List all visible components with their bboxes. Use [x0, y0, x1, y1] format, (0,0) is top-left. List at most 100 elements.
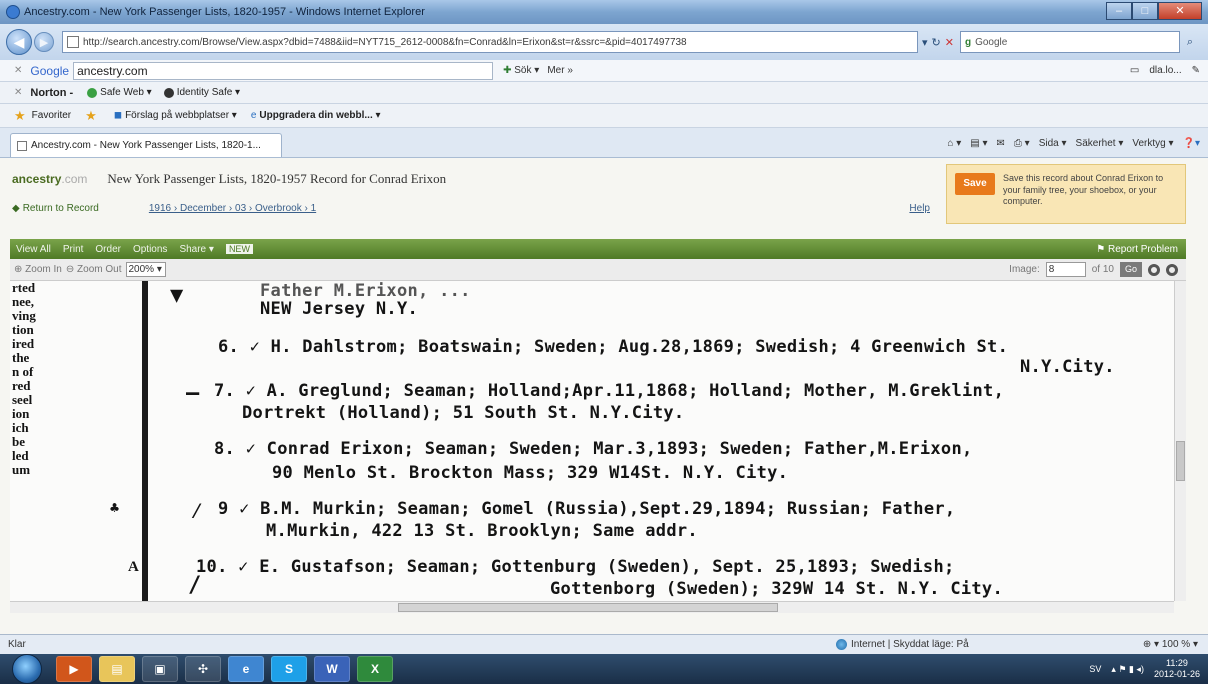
search-field[interactable]: g Google: [959, 31, 1180, 53]
feeds-icon[interactable]: ▤ ▾: [970, 138, 987, 149]
dropdown-icon[interactable]: ▾: [922, 36, 928, 49]
margin-word: ich: [12, 420, 29, 435]
doc-line-2: 6. ✓ H. Dahlstrom; Boatswain; Sweden; Au…: [218, 337, 1009, 357]
word-icon[interactable]: W: [314, 656, 350, 682]
forward-button[interactable]: ▶: [34, 32, 54, 52]
check-mark-7: —: [186, 381, 200, 406]
refresh-icon[interactable]: ↻: [932, 36, 941, 49]
norton-logo[interactable]: Norton -: [30, 87, 73, 99]
explorer-folder-icon[interactable]: ▤: [99, 656, 135, 682]
search-icon[interactable]: ⌕: [1180, 36, 1200, 49]
screen-icon[interactable]: ▣: [142, 656, 178, 682]
google-search-input[interactable]: ancestry.com: [73, 61, 494, 80]
page-zoom[interactable]: ⊕ ▾ 100 % ▾: [1143, 639, 1198, 650]
print-button[interactable]: Print: [63, 244, 84, 255]
network-icon[interactable]: ✣: [185, 656, 221, 682]
image-label: Image:: [1009, 264, 1040, 275]
image-number-input[interactable]: 8: [1045, 262, 1086, 277]
identity-safe-button[interactable]: Identity Safe ▾: [163, 87, 240, 98]
margin-word: the: [12, 350, 30, 365]
image-navigation: Image: 8 of 10 Go: [1009, 262, 1178, 277]
globe-icon: [836, 639, 847, 650]
upgrade-browser-link[interactable]: e Uppgradera din webbl... ▾: [251, 110, 381, 121]
print-icon[interactable]: ⎙ ▾: [1014, 138, 1030, 149]
tray-icons[interactable]: ▴ ⚑ ▮ ◂): [1111, 664, 1144, 675]
window-title: Ancestry.com - New York Passenger Lists,…: [24, 6, 425, 18]
add-favorite-icon[interactable]: ★: [85, 108, 100, 124]
vertical-scroll-thumb[interactable]: [1176, 441, 1185, 481]
status-bar: Klar Internet | Skyddat läge: På ⊕ ▾ 100…: [0, 634, 1208, 654]
page-menu[interactable]: Sida ▾: [1039, 138, 1067, 149]
security-zone[interactable]: Internet | Skyddat läge: På: [836, 639, 969, 650]
breadcrumb[interactable]: 1916 › December › 03 › Overbrook › 1: [149, 203, 316, 214]
order-button[interactable]: Order: [95, 244, 121, 255]
share-button[interactable]: Share ▾: [179, 244, 214, 255]
url-field[interactable]: http://search.ancestry.com/Browse/View.a…: [62, 31, 918, 53]
zoom-in-button[interactable]: ⊕ Zoom In: [14, 264, 62, 275]
tab-ancestry[interactable]: Ancestry.com - New York Passenger Lists,…: [10, 133, 282, 157]
suggested-sites-link[interactable]: ◼ Förslag på webbplatser ▾: [114, 110, 237, 121]
margin-word: red: [12, 378, 31, 393]
clock[interactable]: 11:29 2012-01-26: [1154, 658, 1200, 680]
viewer-toolbar: View All Print Order Options Share ▾ NEW…: [10, 239, 1186, 259]
start-button[interactable]: [12, 654, 42, 684]
zoom-select[interactable]: 200% ▾: [125, 262, 166, 277]
signin-button[interactable]: dla.lo...: [1149, 65, 1181, 76]
stop-icon[interactable]: ✕: [945, 36, 954, 49]
google-search-button[interactable]: ✚ Sök ▾: [503, 65, 539, 76]
record-title: New York Passenger Lists, 1820-1957 Reco…: [107, 171, 447, 186]
doc-line-0: Father M.Erixon, ...: [260, 281, 471, 301]
horizontal-scroll-thumb[interactable]: [398, 603, 778, 612]
excel-icon[interactable]: X: [357, 656, 393, 682]
safety-menu[interactable]: Säkerhet ▾: [1076, 138, 1124, 149]
back-button[interactable]: ◀: [6, 29, 32, 55]
save-description: Save this record about Conrad Erixon to …: [1003, 173, 1164, 207]
next-image-icon[interactable]: [1166, 263, 1178, 276]
horizontal-scrollbar[interactable]: [10, 601, 1174, 613]
margin-word: be: [12, 434, 25, 449]
internet-explorer-icon[interactable]: e: [228, 656, 264, 682]
help-icon[interactable]: ❓▾: [1183, 138, 1200, 149]
home-icon[interactable]: ⌂ ▾: [947, 138, 961, 149]
safe-web-button[interactable]: Safe Web ▾: [87, 87, 152, 98]
zoom-out-button[interactable]: ⊖ Zoom Out: [66, 264, 122, 275]
tools-menu[interactable]: Verktyg ▾: [1132, 138, 1173, 149]
margin-word: tion: [12, 322, 34, 337]
ancestry-logo[interactable]: ancestry.com: [12, 172, 87, 186]
vertical-scrollbar[interactable]: [1174, 281, 1186, 601]
document-image[interactable]: rted nee, ving tion ired the n of red seel ion ich…: [10, 281, 1174, 601]
close-button[interactable]: ✕: [1158, 2, 1202, 20]
maximize-button[interactable]: □: [1132, 2, 1158, 20]
save-button[interactable]: Save: [955, 173, 995, 195]
safe-web-icon: [87, 87, 98, 98]
close-toolbar-icon[interactable]: ✕: [14, 65, 22, 76]
google-more-button[interactable]: Mer »: [547, 65, 573, 76]
skype-icon[interactable]: S: [271, 656, 307, 682]
minimize-button[interactable]: –: [1106, 2, 1132, 20]
margin-word: nee,: [12, 294, 35, 309]
window-controls: – □ ✕: [1106, 2, 1202, 20]
media-player-icon[interactable]: ▶: [56, 656, 92, 682]
go-button[interactable]: Go: [1120, 262, 1142, 277]
favorites-button[interactable]: ★ Favoriter: [14, 108, 71, 124]
margin-word: rted: [12, 281, 36, 295]
wrench-icon[interactable]: ✎: [1192, 65, 1200, 76]
margin-word: n of: [12, 364, 34, 379]
tab-label: Ancestry.com - New York Passenger Lists,…: [31, 140, 261, 151]
report-problem-button[interactable]: ⚑ Report Problem: [1096, 244, 1178, 255]
doc-line-9: M.Murkin, 422 13 St. Brooklyn; Same addr…: [266, 521, 698, 541]
taskbar: ▶ ▤ ▣ ✣ e S W X SV ▴ ⚑ ▮ ◂) 11:29 2012-0…: [0, 654, 1208, 684]
doc-line-6: 8. ✓ Conrad Erixon; Seaman; Sweden; Mar.…: [214, 439, 973, 459]
prev-image-icon[interactable]: [1148, 263, 1160, 276]
view-all-button[interactable]: View All: [16, 244, 51, 255]
language-indicator[interactable]: SV: [1089, 664, 1101, 674]
margin-word: um: [12, 462, 31, 477]
close-norton-icon[interactable]: ✕: [14, 87, 22, 98]
google-search-icon: g: [964, 36, 972, 48]
help-link[interactable]: Help: [909, 203, 930, 214]
mail-icon[interactable]: ✉: [997, 138, 1005, 149]
options-button[interactable]: Options: [133, 244, 167, 255]
tab-favicon-icon: [17, 140, 27, 151]
return-to-record-link[interactable]: ◆ Return to Record: [12, 203, 99, 214]
toolbar-option-icon[interactable]: ▭: [1130, 65, 1139, 76]
